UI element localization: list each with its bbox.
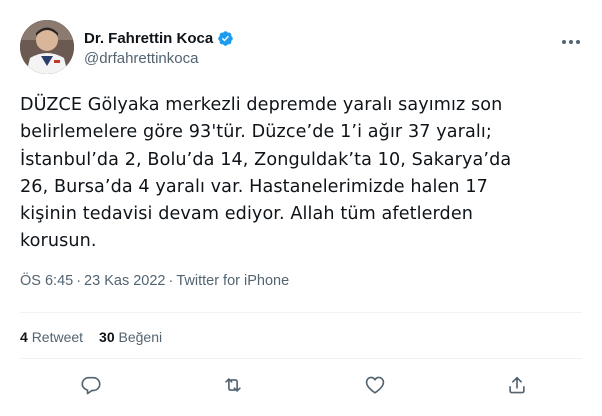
avatar[interactable] [20,20,74,74]
tweet-date[interactable]: 23 Kas 2022 [84,273,165,289]
reply-icon[interactable] [80,374,104,398]
author-handle[interactable]: @drfahrettinkoca [84,50,234,67]
retweet-count: 4 [20,329,28,345]
tweet-actions [0,374,602,398]
tweet-time[interactable]: ÖS 6:45 [20,273,73,289]
divider [20,358,582,359]
divider [20,312,582,313]
retweet-icon[interactable] [222,374,246,398]
tweet-source[interactable]: Twitter for iPhone [176,273,289,289]
meta-separator: · [76,273,82,289]
like-icon[interactable] [364,374,388,398]
retweet-stat[interactable]: 4 Retweet [20,329,83,345]
tweet-text: DÜZCE Gölyaka merkezli depremde yaralı s… [20,95,512,252]
author-names: Dr. Fahrettin Koca @drfahrettinkoca [84,28,234,67]
share-icon[interactable] [506,374,530,398]
meta-separator: · [168,273,174,289]
more-options-icon[interactable] [560,30,582,48]
tweet-header: Dr. Fahrettin Koca @drfahrettinkoca [20,20,582,74]
like-count: 30 [99,329,115,345]
tweet-stats: 4 Retweet 30 Beğeni [20,329,178,345]
author-display-name[interactable]: Dr. Fahrettin Koca [84,30,213,47]
like-label: Beğeni [118,329,163,345]
tweet-card: Dr. Fahrettin Koca @drfahrettinkoca DÜZC… [0,0,602,416]
retweet-label: Retweet [31,329,84,345]
like-stat[interactable]: 30 Beğeni [99,329,162,345]
tweet-meta: ÖS 6:45 · 23 Kas 2022 · Twitter for iPhone [20,273,289,289]
verified-badge-icon [217,30,234,47]
avatar-photo [20,20,74,74]
